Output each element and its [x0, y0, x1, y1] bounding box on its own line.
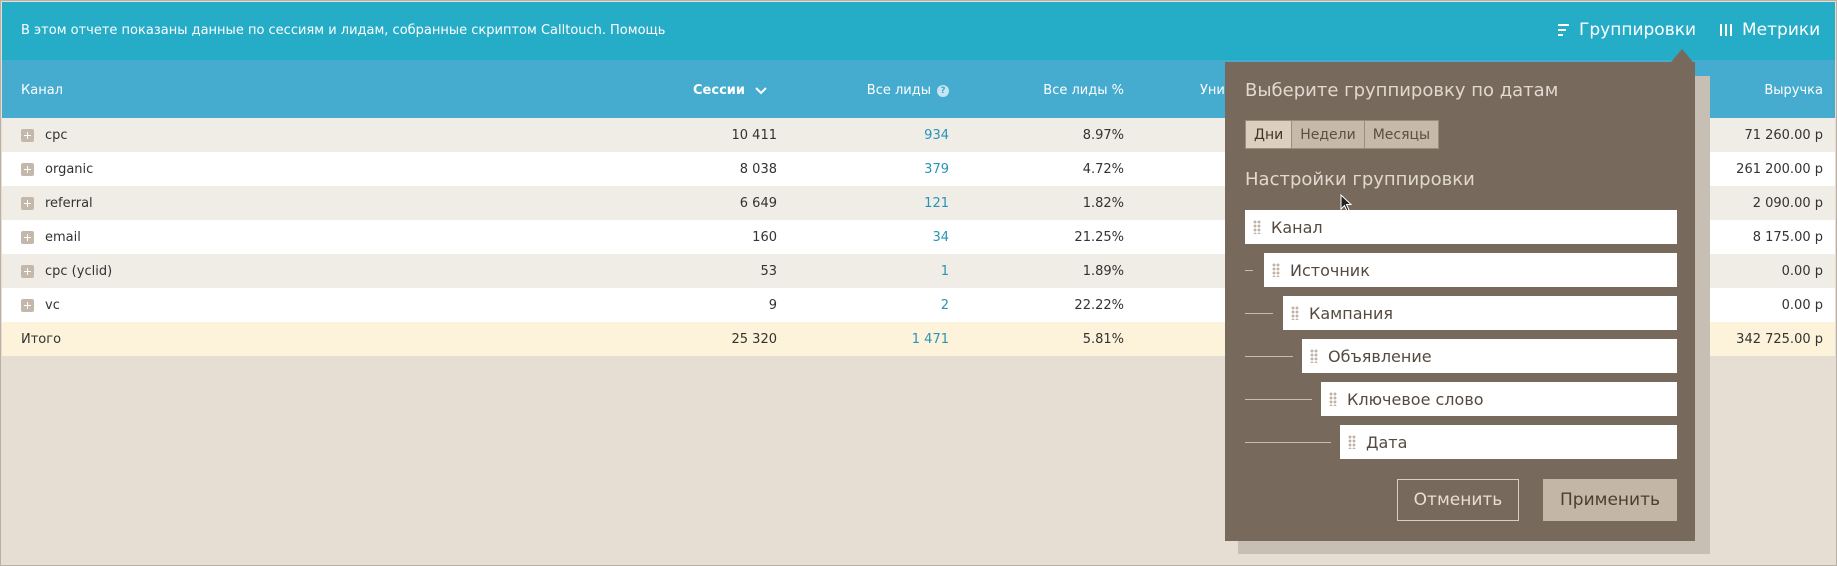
total-revenue: 342 725.00 р: [1736, 332, 1823, 347]
plus-icon[interactable]: [21, 231, 34, 244]
report-info: В этом отчете показаны данные по сессиям…: [21, 23, 665, 38]
cell-channel: cpc: [45, 128, 68, 143]
cell-revenue: 0.00 р: [1781, 298, 1823, 313]
tree-connector: [1245, 442, 1331, 443]
cell-leads-pct: 22.22%: [1074, 298, 1124, 313]
drag-handle-icon[interactable]: [1253, 220, 1261, 234]
cell-revenue: 0.00 р: [1781, 264, 1823, 279]
date-grouping-title: Выберите группировку по датам: [1245, 80, 1559, 101]
chevron-down-icon[interactable]: [755, 86, 767, 95]
total-sessions: 25 320: [731, 332, 778, 347]
total-leads-pct: 5.81%: [1082, 332, 1124, 347]
grouping-button[interactable]: Группировки: [1558, 20, 1696, 40]
cell-revenue: 261 200.00 р: [1736, 162, 1823, 177]
grouping-item-label: Объявление: [1328, 346, 1432, 366]
grouping-popup: Выберите группировку по датам Дни Недели…: [1225, 62, 1695, 541]
grouping-button-label: Группировки: [1579, 20, 1697, 40]
grouping-item-ad[interactable]: Объявление: [1302, 339, 1677, 373]
cell-leads-link[interactable]: 379: [924, 162, 949, 177]
grouping-item-label: Ключевое слово: [1347, 389, 1484, 409]
cell-sessions: 160: [752, 230, 777, 245]
columns-icon: [1720, 24, 1732, 36]
metrics-button[interactable]: Метрики: [1720, 20, 1820, 40]
cell-channel: vc: [45, 298, 60, 313]
tree-connector: [1245, 399, 1312, 400]
column-header-channel[interactable]: Канал: [21, 83, 63, 98]
total-label: Итого: [21, 332, 62, 347]
date-grouping-selector: Дни Недели Месяцы: [1245, 120, 1440, 149]
plus-icon[interactable]: [21, 163, 34, 176]
cancel-button[interactable]: Отменить: [1397, 479, 1519, 521]
date-option-months[interactable]: Месяцы: [1363, 120, 1440, 149]
cell-channel: organic: [45, 162, 94, 177]
plus-icon[interactable]: [21, 197, 34, 210]
total-leads-link[interactable]: 1 471: [912, 332, 949, 347]
cell-leads-pct: 8.97%: [1082, 128, 1124, 143]
metrics-button-label: Метрики: [1742, 20, 1821, 40]
cell-sessions: 8 038: [739, 162, 777, 177]
cell-leads-link[interactable]: 934: [924, 128, 949, 143]
tree-connector: [1245, 356, 1293, 357]
column-header-leads-label: Все лиды: [866, 83, 931, 98]
drag-handle-icon[interactable]: [1310, 349, 1318, 363]
plus-icon[interactable]: [21, 299, 34, 312]
report-toolbar: В этом отчете показаны данные по сессиям…: [2, 2, 1835, 60]
drag-handle-icon[interactable]: [1291, 306, 1299, 320]
cell-leads-link[interactable]: 1: [941, 264, 949, 279]
popup-arrow: [1671, 49, 1693, 62]
cell-leads-link[interactable]: 2: [941, 298, 949, 313]
grouping-item-label: Кампания: [1309, 303, 1393, 323]
cell-leads-link[interactable]: 121: [924, 196, 949, 211]
mouse-cursor-icon: [1340, 194, 1352, 212]
column-header-leads[interactable]: Все лиды ?: [867, 83, 949, 98]
grouping-settings-title: Настройки группировки: [1245, 169, 1475, 190]
column-header-sessions[interactable]: Сессии: [693, 83, 767, 98]
cell-channel: cpc (yclid): [45, 264, 113, 279]
grouping-item-label: Дата: [1366, 432, 1408, 452]
question-icon[interactable]: ?: [937, 84, 949, 97]
column-header-leads-pct[interactable]: Все лиды %: [1043, 83, 1124, 98]
grouping-item-channel[interactable]: Канал: [1245, 210, 1677, 244]
date-option-days[interactable]: Дни: [1245, 120, 1293, 149]
cell-leads-link[interactable]: 34: [932, 230, 949, 245]
drag-handle-icon[interactable]: [1348, 435, 1356, 449]
cell-channel: referral: [45, 196, 93, 211]
grouping-item-keyword[interactable]: Ключевое слово: [1321, 382, 1677, 416]
grouping-item-label: Источник: [1290, 260, 1370, 280]
cell-leads-pct: 1.89%: [1082, 264, 1124, 279]
grouping-item-label: Канал: [1271, 217, 1323, 237]
cell-sessions: 9: [768, 298, 777, 313]
date-option-weeks[interactable]: Недели: [1291, 120, 1365, 149]
cell-revenue: 71 260.00 р: [1744, 128, 1823, 143]
tree-connector: [1245, 270, 1253, 271]
drag-handle-icon[interactable]: [1272, 263, 1280, 277]
apply-button[interactable]: Применить: [1543, 479, 1677, 521]
plus-icon[interactable]: [21, 129, 34, 142]
grouping-item-date[interactable]: Дата: [1340, 425, 1677, 459]
cell-revenue: 8 175.00 р: [1752, 230, 1823, 245]
cell-sessions: 53: [760, 264, 777, 279]
cell-leads-pct: 1.82%: [1082, 196, 1124, 211]
plus-icon[interactable]: [21, 265, 34, 278]
tree-connector: [1245, 313, 1273, 314]
grouping-item-campaign[interactable]: Кампания: [1283, 296, 1677, 330]
help-link[interactable]: Помощь: [610, 23, 665, 38]
grouping-item-source[interactable]: Источник: [1264, 253, 1677, 287]
cell-leads-pct: 4.72%: [1082, 162, 1124, 177]
column-header-revenue[interactable]: Выручка: [1764, 83, 1823, 98]
cell-leads-pct: 21.25%: [1074, 230, 1124, 245]
grouping-icon: [1558, 24, 1569, 36]
column-header-sessions-label: Сессии: [693, 83, 745, 98]
report-info-text: В этом отчете показаны данные по сессиям…: [21, 23, 607, 38]
cell-channel: email: [45, 230, 81, 245]
column-header-unique[interactable]: Уни: [1200, 83, 1225, 98]
cell-sessions: 10 411: [731, 128, 778, 143]
cell-revenue: 2 090.00 р: [1752, 196, 1823, 211]
cell-sessions: 6 649: [739, 196, 777, 211]
drag-handle-icon[interactable]: [1329, 392, 1337, 406]
